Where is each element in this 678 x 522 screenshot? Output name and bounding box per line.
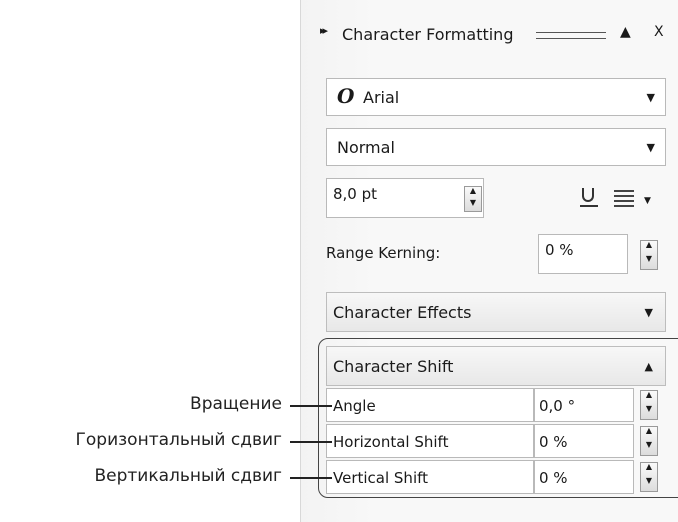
font-style-combo[interactable]: Normal ▼: [326, 128, 666, 166]
angle-label: Angle: [333, 397, 376, 415]
annotation-rotation: Вращение: [190, 394, 282, 414]
chevron-down-icon: ▼: [644, 306, 653, 319]
range-kerning-value: 0 %: [545, 241, 574, 259]
drag-grip[interactable]: [536, 32, 606, 39]
range-kerning-label: Range Kerning:: [326, 244, 441, 262]
vertical-shift-label-cell: Vertical Shift: [326, 460, 534, 494]
chevron-down-icon: ▼: [646, 141, 655, 154]
panel-titlebar: ▸▸ Character Formatting ▲ X: [300, 18, 678, 48]
panel-title: Character Formatting: [342, 25, 514, 44]
angle-row: Angle 0,0 ° ▲ ▼: [326, 388, 666, 422]
angle-spinner[interactable]: ▲ ▼: [640, 390, 658, 420]
spin-down-icon[interactable]: ▼: [641, 255, 657, 269]
horizontal-shift-row: Horizontal Shift 0 % ▲ ▼: [326, 424, 666, 458]
annotation-horizontal-shift: Горизонтальный сдвиг: [75, 430, 282, 450]
collapse-icon[interactable]: ▲: [620, 24, 631, 40]
spin-up-icon[interactable]: ▲: [641, 427, 657, 441]
font-name-value: Arial: [363, 88, 400, 107]
font-size-spinner[interactable]: ▲ ▼: [464, 186, 482, 212]
font-style-value: Normal: [337, 138, 395, 157]
horizontal-shift-field[interactable]: 0 %: [534, 424, 634, 458]
range-kerning-field[interactable]: 0 %: [538, 234, 628, 274]
spin-up-icon[interactable]: ▲: [641, 391, 657, 405]
font-name-combo[interactable]: O Arial ▼: [326, 78, 666, 116]
font-size-field[interactable]: 8,0 pt: [326, 178, 484, 218]
spin-down-icon[interactable]: ▼: [641, 405, 657, 419]
alignment-icon[interactable]: [614, 190, 634, 207]
character-effects-section[interactable]: Character Effects ▼: [326, 292, 666, 332]
horizontal-shift-label-cell: Horizontal Shift: [326, 424, 534, 458]
close-icon[interactable]: X: [654, 24, 664, 40]
annotation-leader: [290, 441, 332, 443]
range-kerning-spinner[interactable]: ▲ ▼: [640, 240, 658, 270]
font-size-value: 8,0 pt: [333, 185, 378, 203]
vertical-shift-row: Vertical Shift 0 % ▲ ▼: [326, 460, 666, 494]
vertical-shift-label: Vertical Shift: [333, 469, 429, 487]
annotation-vertical-shift: Вертикальный сдвиг: [94, 466, 282, 486]
horizontal-shift-value: 0 %: [539, 433, 568, 451]
spin-down-icon[interactable]: ▼: [465, 199, 481, 211]
vertical-shift-spinner[interactable]: ▲ ▼: [640, 462, 658, 492]
horizontal-shift-label: Horizontal Shift: [333, 433, 449, 451]
spin-up-icon[interactable]: ▲: [641, 241, 657, 255]
angle-field[interactable]: 0,0 °: [534, 388, 634, 422]
character-shift-label: Character Shift: [333, 357, 454, 376]
chevron-down-icon: ▼: [646, 91, 655, 104]
angle-value: 0,0 °: [539, 397, 576, 415]
spin-down-icon[interactable]: ▼: [641, 441, 657, 455]
expand-arrows-icon[interactable]: ▸▸: [320, 24, 328, 37]
annotation-leader: [290, 477, 332, 479]
alignment-dropdown-icon[interactable]: ▼: [644, 196, 651, 206]
character-effects-label: Character Effects: [333, 303, 472, 322]
font-type-icon: O: [337, 84, 355, 108]
annotation-leader: [290, 405, 332, 407]
angle-label-cell: Angle: [326, 388, 534, 422]
vertical-shift-value: 0 %: [539, 469, 568, 487]
spin-down-icon[interactable]: ▼: [641, 477, 657, 491]
underline-icon[interactable]: [580, 186, 598, 210]
chevron-up-icon: ▲: [644, 360, 653, 373]
horizontal-shift-spinner[interactable]: ▲ ▼: [640, 426, 658, 456]
spin-up-icon[interactable]: ▲: [641, 463, 657, 477]
character-shift-section[interactable]: Character Shift ▲: [326, 346, 666, 386]
vertical-shift-field[interactable]: 0 %: [534, 460, 634, 494]
